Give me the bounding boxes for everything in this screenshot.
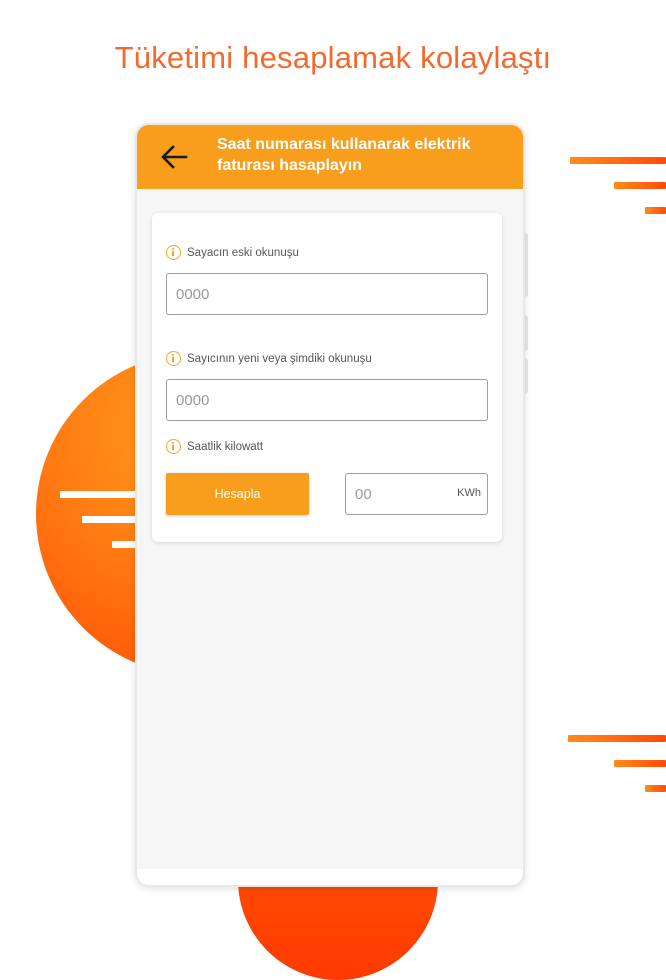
kwh-unit-label: KWh — [457, 487, 481, 499]
promo-headline: Tüketimi hesaplamak kolaylaştı — [114, 40, 552, 75]
decorative-speed-line — [570, 157, 666, 164]
kwh-label: Saatlik kilowatt — [166, 439, 263, 454]
app-bar: Saat numarası kullanarak elektrik fatura… — [137, 125, 523, 189]
decorative-speed-line — [614, 182, 666, 189]
new-reading-label: Sayıcının yeni veya şimdiki okunuşu — [166, 351, 372, 366]
new-reading-label-text: Sayıcının yeni veya şimdiki okunuşu — [187, 352, 372, 365]
kwh-label-text: Saatlik kilowatt — [187, 440, 264, 453]
old-reading-label-text: Sayacın eski okunuşu — [187, 246, 299, 259]
new-reading-input[interactable] — [166, 379, 488, 421]
phone-frame: Saat numarası kullanarak elektrik fatura… — [135, 123, 525, 887]
decorative-speed-line — [645, 207, 666, 214]
old-reading-label: Sayacın eski okunuşu — [166, 245, 299, 260]
page-title: Saat numarası kullanarak elektrik fatura… — [217, 136, 471, 174]
info-icon[interactable] — [166, 439, 181, 454]
calculator-card: Sayacın eski okunuşu Sayıcının yeni veya… — [152, 213, 502, 542]
info-icon[interactable] — [166, 245, 181, 260]
decorative-speed-line — [614, 760, 666, 767]
phone-bottom-bar — [137, 869, 523, 885]
decorative-speed-line — [568, 735, 666, 742]
calculate-button[interactable]: Hesapla — [166, 473, 309, 515]
kwh-result-box: KWh — [345, 473, 488, 515]
kwh-result-input[interactable] — [346, 474, 436, 514]
decorative-speed-line — [60, 491, 140, 498]
arrow-left-icon[interactable] — [159, 144, 189, 170]
old-reading-input[interactable] — [166, 273, 488, 315]
info-icon[interactable] — [166, 351, 181, 366]
decorative-speed-line — [82, 516, 140, 523]
decorative-speed-line — [645, 785, 666, 792]
